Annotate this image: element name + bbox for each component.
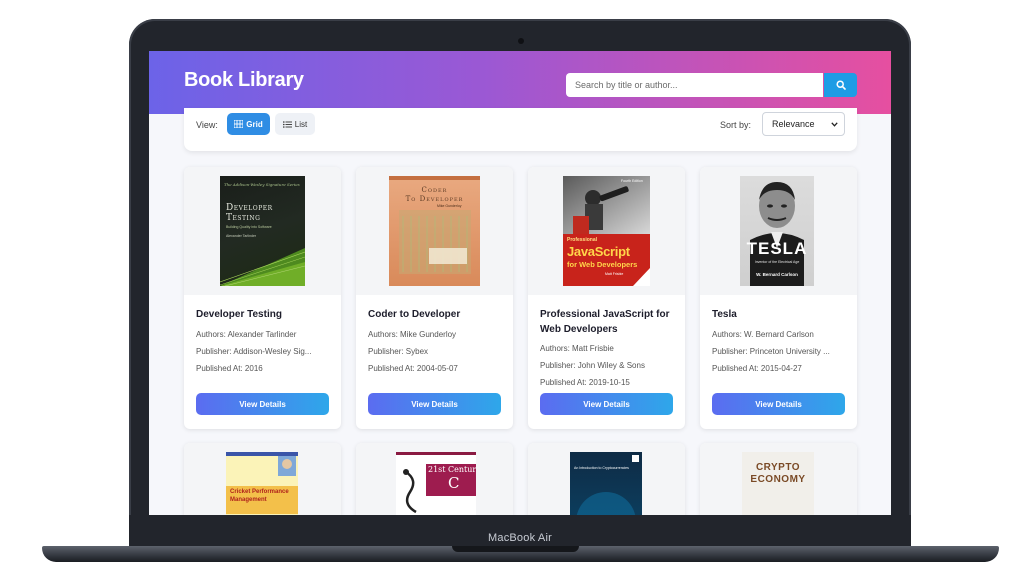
book-authors: Authors: Mike Gunderloy <box>368 330 457 339</box>
book-cover: Crypto Economy <box>742 452 814 515</box>
view-details-button[interactable]: View Details <box>196 393 329 415</box>
book-cover: 21st Century C <box>396 452 476 515</box>
cover-art <box>576 455 639 515</box>
list-view-button[interactable]: List <box>275 113 315 135</box>
cover-subtitle: Inventor of the Electrical Age <box>754 260 800 264</box>
cover-author: Matt Frisbie <box>605 272 624 276</box>
view-details-button[interactable]: View Details <box>712 393 845 415</box>
cover-title-line: for Web Developers <box>567 260 638 269</box>
book-card: Fourth Edition Professional JavaScript f… <box>528 167 685 429</box>
cover-title-line: 21st Century <box>428 465 476 474</box>
book-cover: The Addison-Wesley Signature Series Deve… <box>220 176 305 286</box>
view-details-button[interactable]: View Details <box>368 393 501 415</box>
cover-title-line: C <box>448 474 460 492</box>
cover-subtitle: Building Quality into Software <box>226 225 272 229</box>
app-screen: Book Library View: Grid <box>149 51 891 515</box>
sort-select[interactable]: Relevance <box>762 112 845 136</box>
cover-art <box>220 248 305 286</box>
book-card: An Introduction to Cryptocurrencies <box>528 443 685 515</box>
cover-title-line: Management <box>230 497 267 503</box>
cover-area: TESLA Inventor of the Electrical Age W. … <box>700 167 857 295</box>
cover-title-line: Coder <box>421 186 448 194</box>
book-title: Coder to Developer <box>368 309 461 320</box>
cover-title-line: An Introduction to Cryptocurrencies <box>574 466 629 470</box>
cover-area: Cricket Performance Management <box>184 443 341 515</box>
cover-title-line: Testing <box>226 213 261 223</box>
book-publisher: Publisher: Princeton University ... <box>712 347 830 356</box>
cover-area: 21st Century C <box>356 443 513 515</box>
book-published-date: Published At: 2015-04-27 <box>712 364 802 373</box>
cover-art <box>750 182 804 286</box>
cover-series: Professional <box>567 237 598 243</box>
cover-title-line: Economy <box>750 474 806 485</box>
cover-art <box>226 452 298 514</box>
cover-author: Mike Gunderloy <box>437 204 462 208</box>
cover-series: The Addison-Wesley Signature Series <box>224 182 300 187</box>
book-publisher: Publisher: Addison-Wesley Sig... <box>196 347 312 356</box>
cover-author: W. Bernard Carlson <box>756 272 798 277</box>
cover-title-line: TESLA <box>746 239 808 258</box>
book-published-date: Published At: 2004-05-07 <box>368 364 458 373</box>
cover-edition: Fourth Edition <box>621 179 643 183</box>
camera-icon <box>518 38 524 44</box>
view-label: View: <box>196 120 218 130</box>
app-header: Book Library <box>149 51 891 114</box>
cover-area: Fourth Edition Professional JavaScript f… <box>528 167 685 295</box>
book-cover: Coder To Developer Mike Gunderloy <box>389 176 480 286</box>
cover-title-line: To Developer <box>405 195 464 203</box>
cover-art <box>563 176 650 286</box>
book-published-date: Published At: 2019-10-15 <box>540 378 630 387</box>
book-card: 21st Century C <box>356 443 513 515</box>
view-details-button[interactable]: View Details <box>540 393 673 415</box>
search-button[interactable] <box>824 73 857 97</box>
book-title: Professional JavaScript for Web Develope… <box>540 309 670 335</box>
cover-title-line: Cricket Performance <box>230 489 289 495</box>
laptop-notch <box>452 546 579 552</box>
view-toolbar: View: Grid List Sort by: Relevance <box>184 108 857 151</box>
list-icon <box>282 120 292 128</box>
cover-area: An Introduction to Cryptocurrencies <box>528 443 685 515</box>
grid-view-label: Grid <box>246 119 263 129</box>
book-card: Cricket Performance Management <box>184 443 341 515</box>
cover-art <box>396 452 476 514</box>
grid-icon <box>234 120 244 128</box>
sort-selected-value: Relevance <box>772 119 815 129</box>
list-view-label: List <box>294 119 308 129</box>
book-title: Developer Testing <box>196 309 282 320</box>
book-cover: TESLA Inventor of the Electrical Age W. … <box>740 176 814 286</box>
chevron-down-icon <box>831 121 838 127</box>
book-card: TESLA Inventor of the Electrical Age W. … <box>700 167 857 429</box>
book-cover: An Introduction to Cryptocurrencies <box>570 452 642 515</box>
book-authors: Authors: W. Bernard Carlson <box>712 330 814 339</box>
book-card: Crypto Economy <box>700 443 857 515</box>
cover-area: The Addison-Wesley Signature Series Deve… <box>184 167 341 295</box>
search-icon <box>835 80 846 90</box>
grid-view-button[interactable]: Grid <box>227 113 270 135</box>
cover-area: Coder To Developer Mike Gunderloy <box>356 167 513 295</box>
book-cover: Cricket Performance Management <box>226 452 298 515</box>
book-authors: Authors: Alexander Tarlinder <box>196 330 297 339</box>
sort-label: Sort by: <box>720 120 752 130</box>
cover-title-line: JavaScript <box>567 244 630 259</box>
book-card: Coder To Developer Mike Gunderloy Coder … <box>356 167 513 429</box>
book-title: Tesla <box>712 309 737 320</box>
cover-area: Crypto Economy <box>700 443 857 515</box>
cover-title-line: Crypto <box>755 462 801 473</box>
search-input[interactable] <box>566 73 823 97</box>
cover-title-line: Developer <box>226 203 273 213</box>
book-published-date: Published At: 2016 <box>196 364 263 373</box>
book-authors: Authors: Matt Frisbie <box>540 344 614 353</box>
book-publisher: Publisher: Sybex <box>368 347 429 356</box>
app-title: Book Library <box>184 69 304 91</box>
laptop-brand-label: MacBook Air <box>488 532 552 544</box>
book-cover: Fourth Edition Professional JavaScript f… <box>563 176 650 286</box>
book-publisher: Publisher: John Wiley & Sons <box>540 361 645 370</box>
book-card: The Addison-Wesley Signature Series Deve… <box>184 167 341 429</box>
